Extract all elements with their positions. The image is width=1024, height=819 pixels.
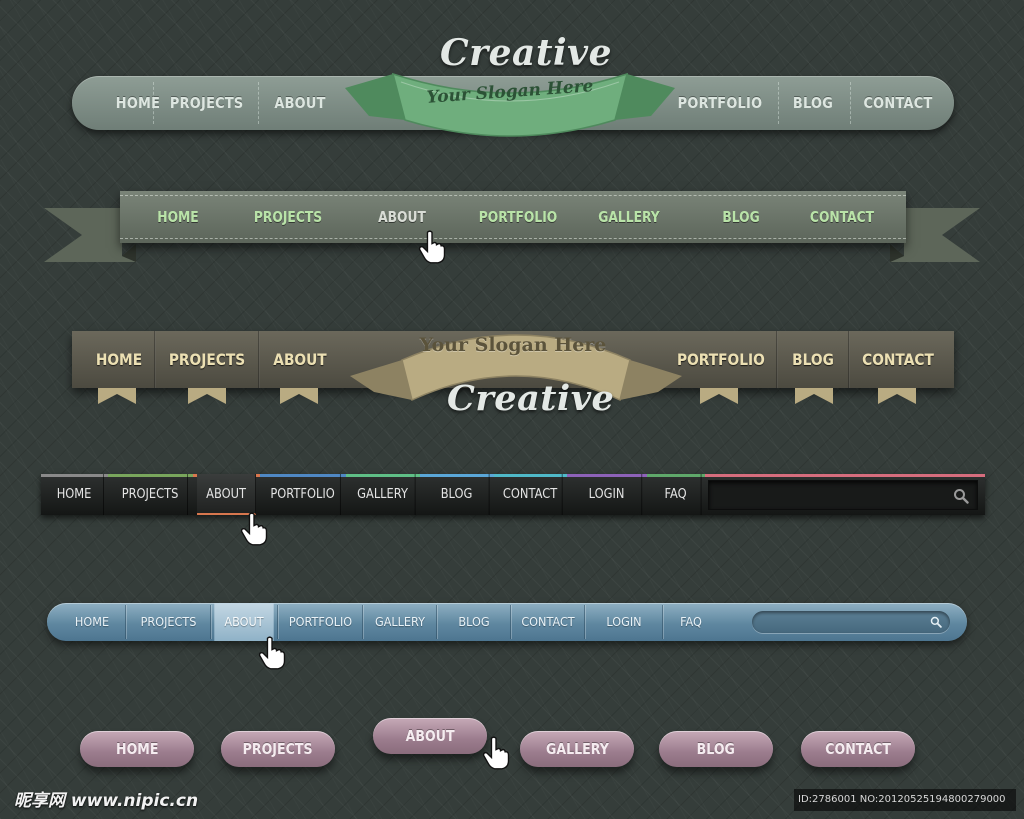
- nav1-item-portfolio[interactable]: PORTFOLIO: [677, 76, 763, 130]
- nav2-item-blog[interactable]: BLOG: [714, 191, 768, 243]
- nav5-divider: [436, 605, 437, 639]
- pill-label: CONTACT: [825, 740, 891, 758]
- brand-logo-text: Creative: [447, 378, 615, 419]
- nav5-item-blog[interactable]: BLOG: [442, 603, 507, 641]
- brand-logo-text: Creative: [440, 32, 612, 74]
- pill-button-gallery[interactable]: GALLERY: [520, 731, 634, 767]
- nav3-divider: [848, 331, 850, 388]
- nav4-item-gallery[interactable]: GALLERY: [350, 474, 416, 515]
- nav5-item-gallery[interactable]: GALLERY: [368, 603, 433, 641]
- bookmark-flag-icon: [98, 388, 136, 404]
- pill-label: BLOG: [696, 740, 736, 758]
- hand-cursor-icon: [482, 736, 510, 770]
- nav1-item-about[interactable]: ABOUT: [264, 76, 336, 130]
- nav4-item-portfolio[interactable]: PORTFOLIO: [265, 474, 341, 515]
- bookmark-flag-icon: [280, 388, 318, 404]
- hand-cursor-icon: [258, 636, 286, 670]
- nav5-item-portfolio[interactable]: PORTFOLIO: [283, 603, 358, 641]
- nav5-divider: [362, 605, 363, 639]
- pill-label: HOME: [115, 740, 159, 758]
- nav4-item-faq[interactable]: FAQ: [650, 474, 702, 515]
- hand-cursor-icon: [418, 230, 446, 264]
- nav2-item-gallery[interactable]: GALLERY: [595, 191, 662, 243]
- image-id-label: ID:2786001 NO:20120525194800279000: [794, 789, 1016, 811]
- nav2-item-home[interactable]: HOME: [147, 191, 209, 243]
- nav3-divider: [258, 331, 260, 388]
- pill-button-home[interactable]: HOME: [80, 731, 194, 767]
- nav4-item-contact[interactable]: CONTACT: [498, 474, 563, 515]
- nav1-divider: [258, 82, 259, 124]
- nav2-item-portfolio[interactable]: PORTFOLIO: [477, 191, 559, 243]
- pill-button-projects[interactable]: PROJECTS: [221, 731, 335, 767]
- nav3-item-home[interactable]: HOME: [92, 331, 145, 388]
- pill-button-blog[interactable]: BLOG: [659, 731, 773, 767]
- bookmark-flag-icon: [700, 388, 738, 404]
- nav1-item-projects[interactable]: PROJECTS: [170, 76, 243, 130]
- nav5-divider: [210, 605, 211, 639]
- pill-button-contact[interactable]: CONTACT: [801, 731, 915, 767]
- nav3-item-about[interactable]: ABOUT: [266, 331, 335, 388]
- nav3-divider: [776, 331, 778, 388]
- nav2-item-contact[interactable]: CONTACT: [804, 191, 879, 243]
- nav5-divider: [277, 605, 278, 639]
- nav4-item-about[interactable]: ABOUT: [197, 474, 256, 515]
- nav4-item-login[interactable]: LOGIN: [572, 474, 643, 515]
- nav4-item-blog[interactable]: BLOG: [424, 474, 490, 515]
- nav5-item-contact[interactable]: CONTACT: [516, 603, 581, 641]
- nav5-item-projects[interactable]: PROJECTS: [131, 603, 206, 641]
- pill-label: ABOUT: [405, 727, 455, 745]
- nav3-item-projects[interactable]: PROJECTS: [163, 331, 251, 388]
- nav1-item-home[interactable]: HOME: [98, 76, 177, 130]
- accent-strip: [705, 474, 985, 477]
- nav4-item-projects[interactable]: PROJECTS: [113, 474, 188, 515]
- search-input[interactable]: [752, 611, 950, 633]
- nav-bar-ribbon-grey: HOME PROJECTS ABOUT PORTFOLIO GALLERY BL…: [120, 191, 906, 243]
- search-icon[interactable]: [953, 488, 969, 504]
- bookmark-flag-icon: [878, 388, 916, 404]
- nav1-divider: [778, 82, 779, 124]
- search-input[interactable]: [708, 480, 978, 510]
- nav1-divider: [153, 82, 154, 124]
- nav5-divider: [584, 605, 585, 639]
- pill-label: GALLERY: [545, 740, 609, 758]
- pill-button-about[interactable]: ABOUT: [373, 718, 487, 754]
- hand-cursor-icon: [240, 512, 268, 546]
- nav3-item-portfolio[interactable]: PORTFOLIO: [677, 331, 765, 388]
- bookmark-flag-icon: [795, 388, 833, 404]
- nav3-item-blog[interactable]: BLOG: [783, 331, 843, 388]
- slogan-text: Your Slogan Here: [419, 334, 607, 356]
- pill-label: PROJECTS: [243, 740, 313, 758]
- nav5-divider: [662, 605, 663, 639]
- nav5-item-home[interactable]: HOME: [64, 603, 120, 641]
- nav1-item-blog[interactable]: BLOG: [783, 76, 843, 130]
- search-icon[interactable]: [930, 616, 942, 628]
- nav2-item-projects[interactable]: PROJECTS: [249, 191, 328, 243]
- nav5-divider: [125, 605, 126, 639]
- nav4-item-home[interactable]: HOME: [45, 474, 104, 515]
- bookmark-flag-icon: [188, 388, 226, 404]
- nav1-item-contact[interactable]: CONTACT: [857, 76, 940, 130]
- nav5-divider: [510, 605, 511, 639]
- nav5-item-login[interactable]: LOGIN: [590, 603, 658, 641]
- watermark-text: 昵享网 www.nipic.cn: [14, 791, 199, 811]
- nav1-divider: [850, 82, 851, 124]
- nav3-divider: [154, 331, 156, 388]
- nav5-item-faq[interactable]: FAQ: [667, 603, 716, 641]
- nav3-item-contact[interactable]: CONTACT: [857, 331, 940, 388]
